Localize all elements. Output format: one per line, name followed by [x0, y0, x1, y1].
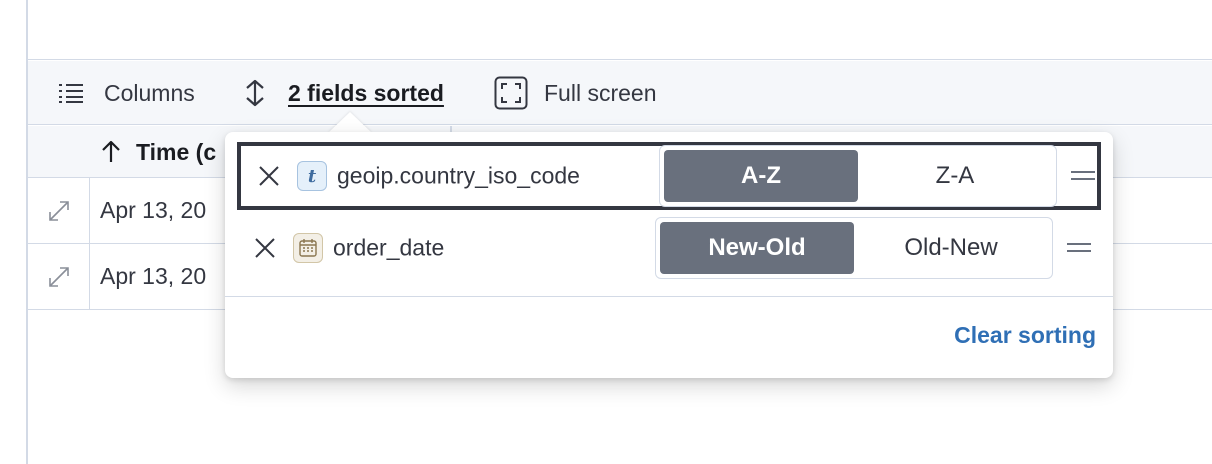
sort-popover: t geoip.country_iso_code A-Z Z-A order_d… [225, 132, 1113, 378]
sort-option-z-a[interactable]: Z-A [858, 150, 1052, 202]
drag-handle-icon[interactable] [1071, 169, 1097, 183]
full-screen-label: Full screen [544, 79, 657, 106]
clear-sorting-button[interactable]: Clear sorting [954, 322, 1096, 349]
remove-sort-button[interactable] [251, 234, 279, 262]
calendar-icon [299, 239, 317, 257]
expand-row-button[interactable] [28, 178, 90, 243]
columns-button[interactable]: Columns [58, 61, 195, 125]
fullscreen-icon [494, 76, 528, 110]
expand-row-button[interactable] [28, 244, 90, 309]
remove-sort-button[interactable] [255, 162, 283, 190]
grid-toolbar: Columns 2 fields sorted Full screen [28, 61, 1212, 125]
sort-direction-toggle: A-Z Z-A [659, 145, 1057, 207]
close-icon [255, 238, 275, 258]
sort-field-name: order_date [333, 234, 445, 261]
time-cell: Apr 13, 20 [100, 197, 207, 223]
time-column-header[interactable]: Time (c [100, 126, 216, 178]
sort-icon [246, 79, 264, 107]
columns-label: Columns [104, 79, 195, 106]
sort-option-a-z[interactable]: A-Z [664, 150, 858, 202]
page-top-area [28, 0, 1212, 60]
sort-label: 2 fields sorted [288, 79, 444, 106]
time-column-label: Time (c [136, 138, 217, 165]
list-icon [59, 84, 83, 103]
text-type-icon: t [297, 161, 327, 191]
sort-field-row: t geoip.country_iso_code A-Z Z-A [237, 142, 1101, 210]
sort-field-name: geoip.country_iso_code [337, 162, 580, 189]
drag-handle-icon[interactable] [1067, 241, 1093, 255]
sort-field-row: order_date New-Old Old-New [237, 214, 1101, 282]
close-icon [259, 166, 279, 186]
date-type-icon [293, 233, 323, 263]
popover-divider [225, 296, 1113, 297]
expand-icon [48, 200, 69, 221]
sort-direction-toggle: New-Old Old-New [655, 217, 1053, 279]
time-cell: Apr 13, 20 [100, 263, 207, 289]
expand-icon [48, 266, 69, 287]
sort-option-new-old[interactable]: New-Old [660, 222, 854, 274]
sort-option-old-new[interactable]: Old-New [854, 222, 1048, 274]
sort-ascending-icon [102, 140, 120, 162]
popover-arrow [328, 112, 372, 133]
full-screen-button[interactable]: Full screen [494, 61, 656, 125]
